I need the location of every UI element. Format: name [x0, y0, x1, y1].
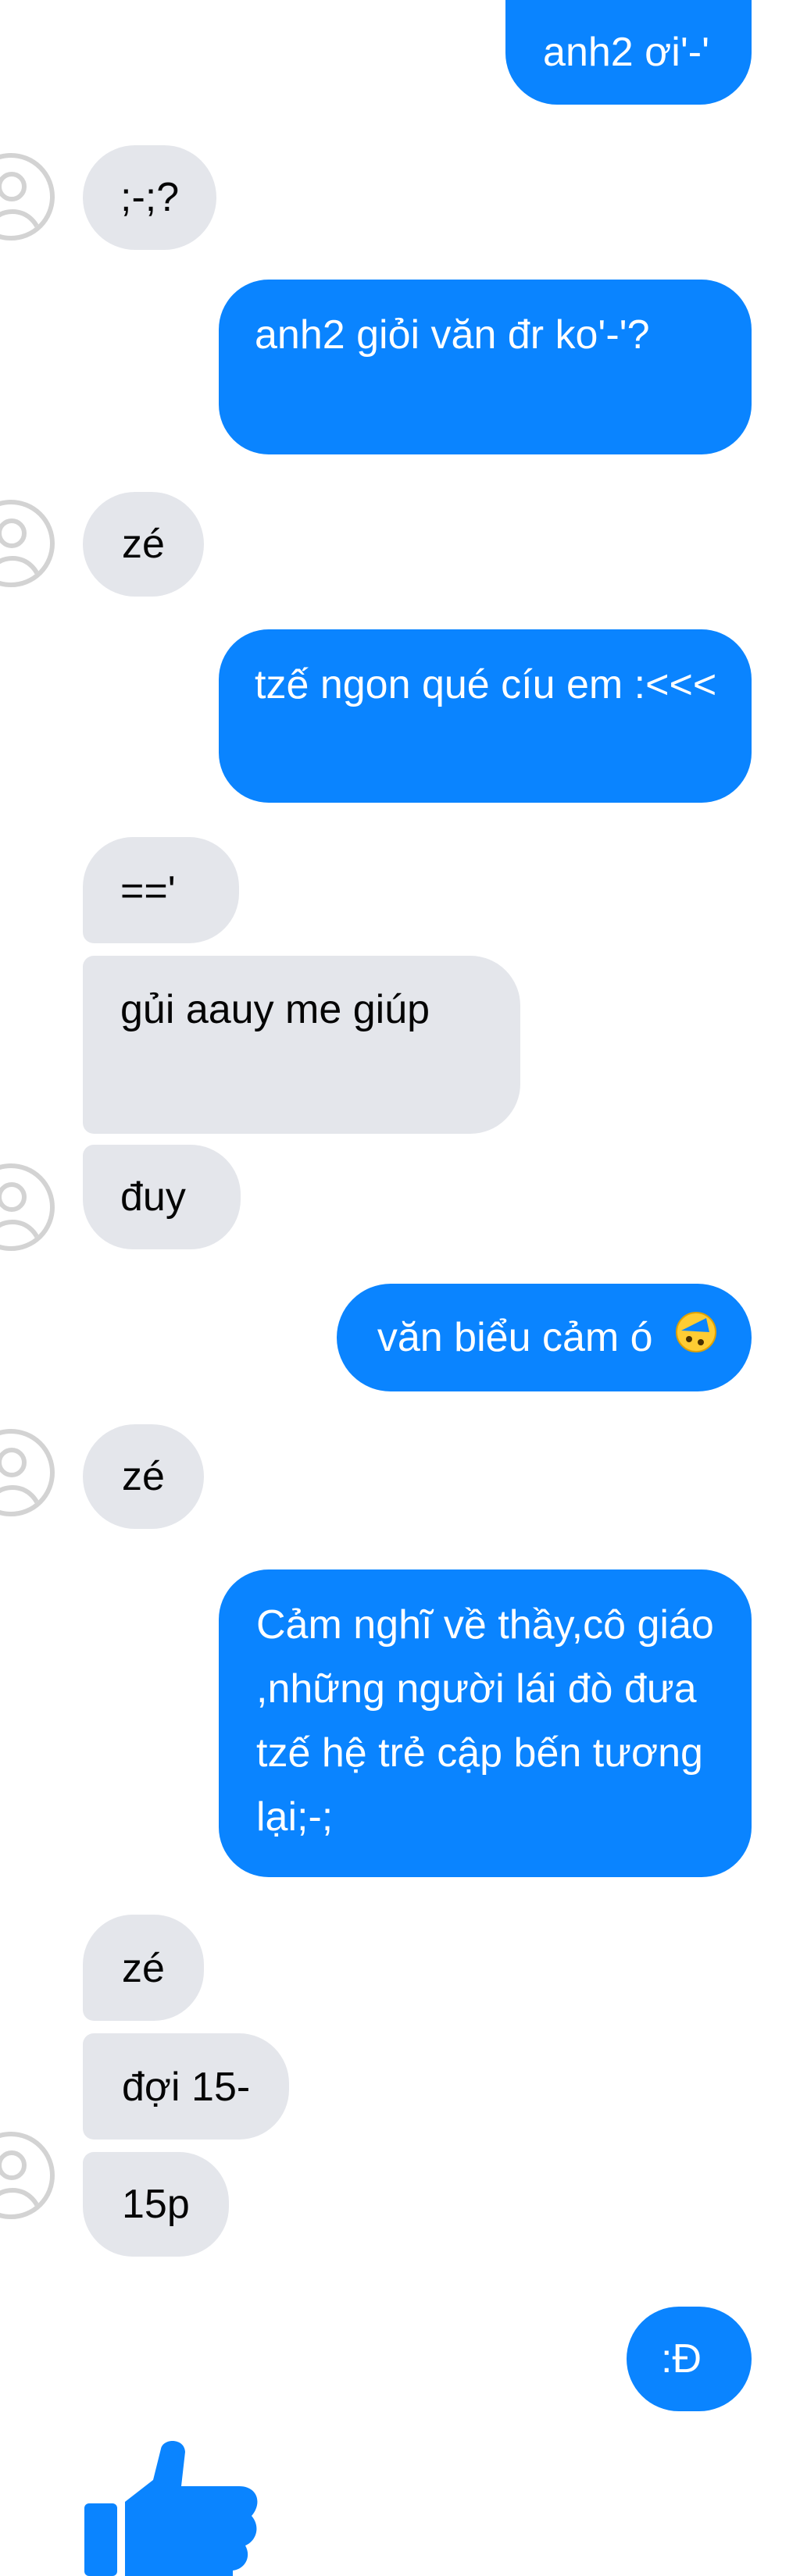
- thumbs-up-icon[interactable]: [84, 2438, 266, 2576]
- message-bubble-incoming[interactable]: đợi 15-: [83, 2033, 290, 2140]
- message-bubble-outgoing[interactable]: Cảm nghĩ về thầy,cô giáo ,những người lá…: [219, 1569, 752, 1877]
- contact-avatar[interactable]: [0, 2132, 55, 2219]
- contact-avatar[interactable]: [0, 500, 55, 587]
- message-bubble-incoming[interactable]: ;-;?: [83, 145, 217, 250]
- message-bubble-incoming[interactable]: zé: [83, 1915, 204, 2021]
- message-bubble-incoming[interactable]: đuy: [83, 1145, 241, 1249]
- message-bubble-outgoing[interactable]: văn biểu cảm ó: [336, 1284, 752, 1391]
- message-bubble-incoming[interactable]: gủi aauy me giúp: [83, 956, 520, 1134]
- message-bubble-incoming[interactable]: zé: [83, 1424, 204, 1529]
- message-bubble-incoming[interactable]: zé: [83, 492, 204, 597]
- message-text: văn biểu cảm ó: [377, 1315, 653, 1360]
- message-bubble-outgoing[interactable]: :Đ: [627, 2307, 752, 2411]
- message-bubble-outgoing[interactable]: tzế ngon qué cíu em :<<<: [219, 629, 752, 803]
- contact-avatar[interactable]: [0, 153, 55, 240]
- message-bubble-incoming[interactable]: ==': [83, 837, 239, 943]
- message-bubble-incoming[interactable]: 15p: [83, 2152, 229, 2257]
- message-bubble-outgoing[interactable]: anh2 ơi'-': [505, 0, 752, 105]
- contact-avatar[interactable]: [0, 1163, 55, 1251]
- laughing-face-emoji: [675, 1308, 717, 1372]
- contact-avatar[interactable]: [0, 1429, 55, 1516]
- message-bubble-outgoing[interactable]: anh2 giỏi văn đr ko'-'?: [219, 280, 752, 454]
